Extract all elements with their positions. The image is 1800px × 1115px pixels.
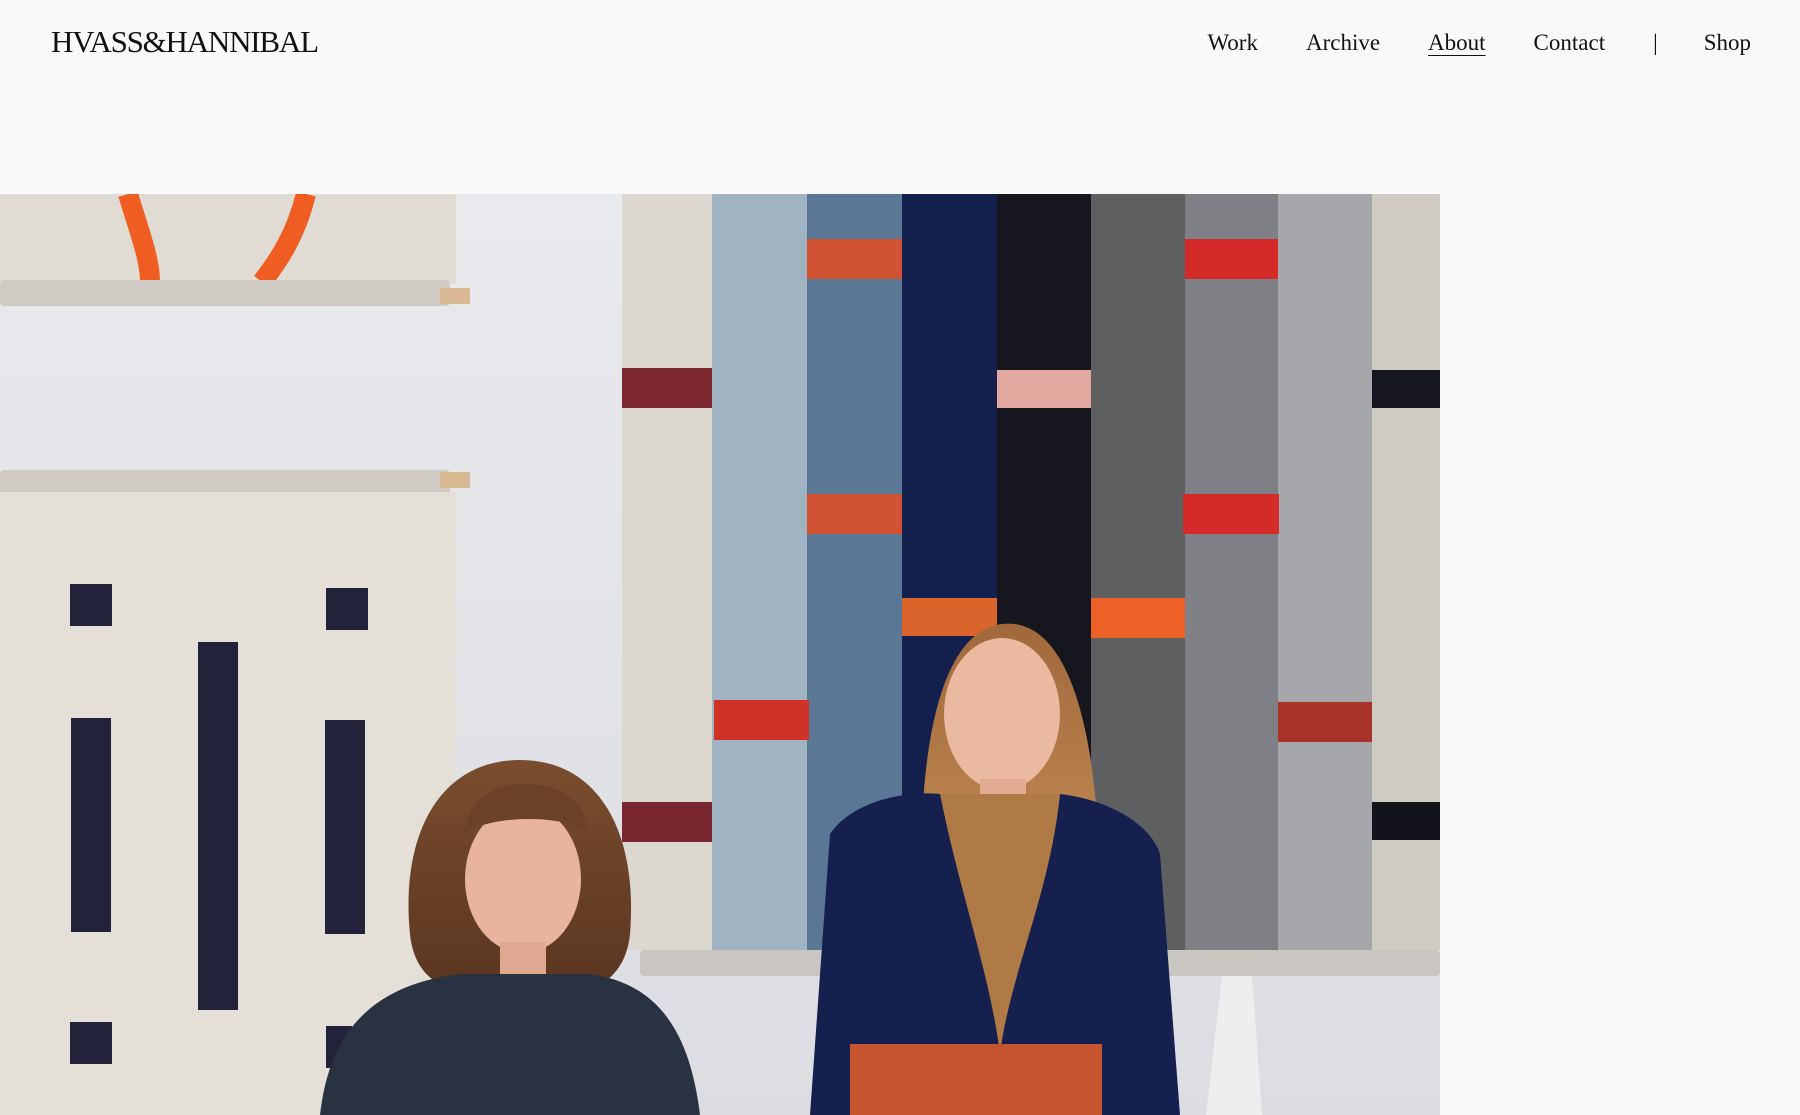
textile-top-left	[0, 194, 470, 306]
about-page: HVASS&HANNIBAL Work Archive About Contac…	[0, 0, 1800, 1115]
nav-work[interactable]: Work	[1207, 26, 1258, 60]
nav-about[interactable]: About	[1428, 26, 1486, 60]
site-logo[interactable]: HVASS&HANNIBAL	[51, 20, 319, 64]
main-nav: Work Archive About Contact | Shop	[1207, 26, 1751, 60]
nav-shop[interactable]: Shop	[1704, 26, 1751, 60]
nav-contact[interactable]: Contact	[1534, 26, 1606, 60]
nav-separator: |	[1653, 30, 1658, 55]
hero-photo-illustration	[0, 194, 1440, 1115]
nav-archive[interactable]: Archive	[1306, 26, 1380, 60]
hero-photo	[0, 194, 1440, 1115]
